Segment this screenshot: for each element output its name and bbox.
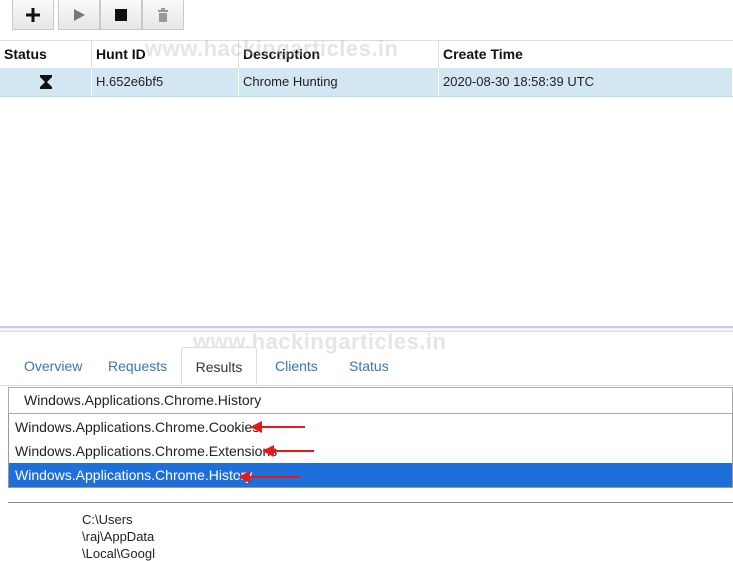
- tab-status[interactable]: Status: [337, 347, 401, 385]
- row-create-time: 2020-08-30 18:58:39 UTC: [439, 68, 733, 96]
- hunt-detail-tabs: Overview Requests Results Clients Status: [0, 347, 733, 386]
- tab-requests[interactable]: Requests: [96, 347, 179, 385]
- tab-clients[interactable]: Clients: [263, 347, 330, 385]
- column-header-create-time[interactable]: Create Time: [439, 41, 733, 69]
- hunt-toolbar: [0, 0, 733, 40]
- stop-icon: [115, 8, 127, 21]
- artifact-option-extensions[interactable]: Windows.Applications.Chrome.Extensions: [9, 439, 732, 463]
- column-header-hunt-id[interactable]: Hunt ID: [92, 41, 239, 69]
- delete-hunt-button[interactable]: [142, 0, 184, 30]
- artifact-option-history[interactable]: Windows.Applications.Chrome.History: [9, 463, 732, 487]
- play-icon: [74, 8, 85, 21]
- hourglass-icon: [39, 75, 52, 89]
- results-divider: [8, 502, 733, 503]
- result-path-line: \raj\AppData: [82, 529, 155, 544]
- run-hunt-button[interactable]: [58, 0, 100, 30]
- table-header: Status Hunt ID Description Create Time: [0, 40, 733, 70]
- plus-icon: [26, 7, 40, 22]
- row-description: Chrome Hunting: [239, 68, 439, 96]
- add-hunt-button[interactable]: [12, 0, 54, 30]
- artifact-select[interactable]: Windows.Applications.Chrome.History: [8, 387, 733, 414]
- artifact-dropdown-list: Windows.Applications.Chrome.Cookies Wind…: [8, 414, 733, 488]
- pane-splitter[interactable]: [0, 326, 733, 332]
- trash-icon: [158, 7, 168, 22]
- result-path-line: \Local\Googl: [82, 546, 155, 561]
- row-hunt-id: H.652e6bf5: [92, 68, 239, 96]
- row-status: [0, 68, 92, 96]
- artifact-option-cookies[interactable]: Windows.Applications.Chrome.Cookies: [9, 415, 732, 439]
- stop-hunt-button[interactable]: [100, 0, 142, 30]
- annotation-arrow: [238, 471, 300, 483]
- tab-results[interactable]: Results: [181, 347, 257, 385]
- annotation-arrow: [262, 445, 314, 457]
- tab-overview[interactable]: Overview: [12, 347, 94, 385]
- result-path-line: C:\Users: [82, 512, 133, 527]
- column-header-description[interactable]: Description: [239, 41, 439, 69]
- annotation-arrow: [250, 421, 305, 433]
- column-header-status[interactable]: Status: [0, 41, 92, 69]
- table-row[interactable]: H.652e6bf5 Chrome Hunting 2020-08-30 18:…: [0, 68, 733, 97]
